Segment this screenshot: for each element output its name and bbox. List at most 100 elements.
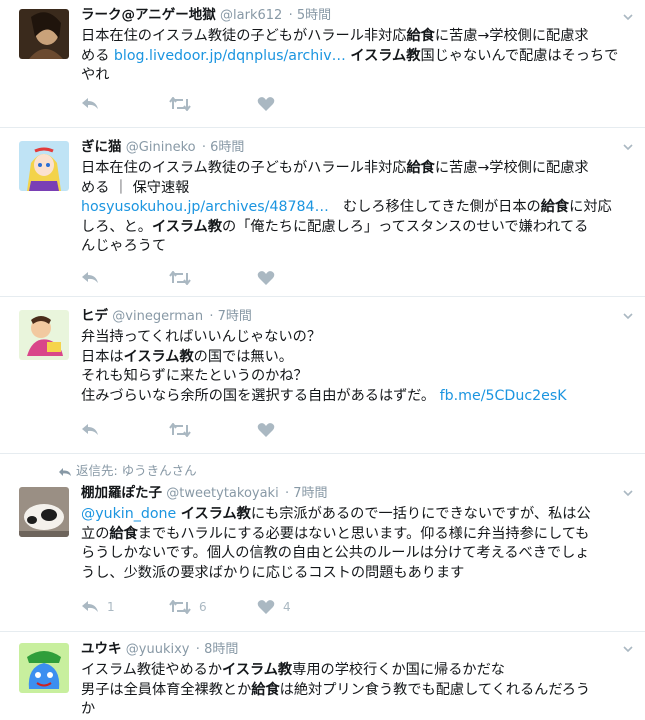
text-segment: イスラム教徒やめるか [81,662,223,678]
heart-icon [257,97,275,111]
chevron-down-icon[interactable] [623,142,633,152]
text-segment: 日本在住のイスラム教徒の子どもがハラール非対応 [81,28,407,44]
avatar[interactable] [19,310,69,360]
tweet[interactable]: 返信先: ゆうきんさん 棚加羅ぽた子 @tweetytakoyaki · 7時間… [0,454,645,632]
highlighted-keyword: イスラム教 [350,47,421,64]
reply-context-text: 返信先: ゆうきんさん [75,463,197,478]
tweet[interactable]: ヒデ @vinegerman · 7時間 弁当持ってくればいいんじゃないの？ 日本… [0,297,645,454]
reply-button[interactable] [81,97,169,111]
retweet-button[interactable] [169,97,257,111]
text-segment: める [81,47,114,64]
tweet-text-line: 男子は全員体育全裸教とか給食は絶対プリン食う教でも配慮してくれるんだろう [81,681,635,701]
like-button[interactable]: 4 [257,599,345,615]
chevron-down-icon[interactable] [623,311,633,321]
highlighted-keyword: イスラム教 [151,218,223,235]
text-segment: やれ [81,67,110,83]
tweet-header: ラーク@アニゲー地獄 @lark612 · 5時間 [81,6,635,25]
avatar[interactable] [19,9,69,59]
chevron-down-icon[interactable] [623,488,633,498]
user-handle[interactable]: @lark612 [220,8,282,23]
tweet-text-line: 日本在住のイスラム教徒の子どもがハラール非対応給食に苦慮→学校側に配慮求 [81,27,635,47]
display-name[interactable]: ヒデ [81,308,108,324]
tweet[interactable]: ユウキ @yuukixy · 8時間 イスラム教徒やめるかイスラム教専用の学校行… [0,632,645,719]
reply-button[interactable] [81,271,169,285]
text-segment: それも知らずに来たというのかね？ [81,368,308,384]
user-handle[interactable]: @Ginineko [126,140,196,155]
like-button[interactable] [257,422,345,438]
timestamp[interactable]: · 7時間 [285,486,328,501]
tweet-text-line: 住みづらいなら余所の国を選択する自由があるはずだ。 fb.me/5CDuc2es… [81,387,635,407]
user-handle[interactable]: @tweetytakoyaki [166,486,278,501]
tweet-text: 弁当持ってくればいいんじゃないの？ 日本はイスラム教の国では無い。 それも知らずに来… [81,328,635,406]
text-segment: は絶対プリン食う教でも配慮してくれるんだろう [279,681,591,698]
tweet-content: ヒデ @vinegerman · 7時間 弁当持ってくればいいんじゃないの？ 日本… [81,307,635,406]
reply-button[interactable]: 1 [81,600,169,614]
url-link[interactable]: hosyusokuhou.jp/archives/48784… [81,199,329,215]
tweet-content: ぎに猫 @Ginineko · 6時間 日本在住のイスラム教徒の子どもがハラール… [81,138,635,257]
retweet-button[interactable] [169,271,257,285]
highlighted-keyword: 給食 [540,199,570,215]
reply-icon [82,272,98,283]
user-handle[interactable]: @vinegerman [112,309,203,324]
url-link[interactable]: fb.me/5CDuc2esK [440,388,567,404]
text-segment: める ｜ 保守速報 [81,179,190,196]
reply-button[interactable] [81,423,169,437]
timestamp[interactable]: · 7時間 [209,309,252,324]
display-name[interactable]: ぎに猫 [81,139,122,155]
text-segment: 日本は [81,348,124,365]
heart-icon [257,271,275,285]
mention-link[interactable]: @yukin_done [81,506,176,522]
avatar-image [19,487,69,537]
chevron-down-icon[interactable] [623,644,633,654]
tweet-header: 棚加羅ぽた子 @tweetytakoyaki · 7時間 [81,484,635,503]
text-segment: らうしかないです。個人の信教の自由と公共のルールは分けて考えるべきでしょ [81,545,590,561]
heart-icon [257,423,275,437]
tweet-content: ユウキ @yuukixy · 8時間 イスラム教徒やめるかイスラム教専用の学校行… [81,640,635,720]
tweet[interactable]: ラーク@アニゲー地獄 @lark612 · 5時間 日本在住のイスラム教徒の子ど… [0,0,645,128]
retweet-icon [169,271,191,285]
tweet-text-line: イスラム教徒やめるかイスラム教専用の学校行くか国に帰るかだな [81,661,635,681]
display-name[interactable]: ユウキ [81,641,122,657]
display-name[interactable]: ラーク@アニゲー地獄 [81,7,216,23]
avatar-image [19,9,69,59]
text-segment: 弁当持ってくればいいんじゃないの？ [81,329,322,345]
highlighted-keyword: イスラム教 [222,662,293,678]
reply-context[interactable]: 返信先: ゆうきんさん [58,460,197,479]
tweet[interactable]: ぎに猫 @Ginineko · 6時間 日本在住のイスラム教徒の子どもがハラール… [0,128,645,297]
timestamp[interactable]: · 6時間 [202,140,245,155]
tweet-header: ぎに猫 @Ginineko · 6時間 [81,138,635,157]
avatar[interactable] [19,141,69,191]
text-segment: しろ、と。 [81,218,152,235]
text-segment: までもハラルにする必要はないと思います。仰る様に弁当持参にしても [137,525,590,542]
tweet-text-line: やれ [81,66,635,86]
tweet-content: 棚加羅ぽた子 @tweetytakoyaki · 7時間 @yukin_done… [81,484,635,583]
retweet-button[interactable]: 6 [169,600,257,614]
highlighted-keyword: 給食 [251,681,280,698]
tweet-text-line: める ｜ 保守速報 [81,179,635,199]
text-segment: に苦慮→学校側に配慮求 [434,28,589,44]
tweet-text-line: らうしかないです。個人の信教の自由と公共のルールは分けて考えるべきでしょ [81,544,635,564]
highlighted-keyword: イスラム教 [123,348,194,365]
tweet-text-line: 弁当持ってくればいいんじゃないの？ [81,328,635,348]
display-name[interactable]: 棚加羅ぽた子 [81,485,162,501]
user-handle[interactable]: @yuukixy [126,642,190,657]
tweet-text-line: んじゃろうて [81,237,635,257]
like-button[interactable] [257,96,345,112]
chevron-down-icon[interactable] [623,12,633,22]
tweet-actions: 1 6 4 [81,599,345,615]
avatar[interactable] [19,643,69,693]
tweet-text: イスラム教徒やめるかイスラム教専用の学校行くか国に帰るかだな 男子は全員体育全裸教… [81,661,635,720]
text-segment: にも宗派があるので一括りにできないですが、私は公 [250,506,591,522]
text-segment: の「俺たちに配慮しろ」ってスタンスのせいで嫌われてる [222,218,589,235]
retweet-button[interactable] [169,423,257,437]
url-link[interactable]: blog.livedoor.jp/dqnplus/archiv… [114,48,346,64]
tweet-text-line: 日本在住のイスラム教徒の子どもがハラール非対応給食に苦慮→学校側に配慮求 [81,159,635,179]
tweet-text: @yukin_done イスラム教にも宗派があるので一括りにできないですが、私は… [81,505,635,583]
timestamp[interactable]: · 8時間 [196,642,239,657]
text-segment: に対応 [569,199,612,215]
like-button[interactable] [257,270,345,286]
avatar[interactable] [19,487,69,537]
timestamp[interactable]: · 5時間 [289,8,332,23]
text-segment: 日本在住のイスラム教徒の子どもがハラール非対応 [81,160,407,176]
retweet-icon [169,423,191,437]
